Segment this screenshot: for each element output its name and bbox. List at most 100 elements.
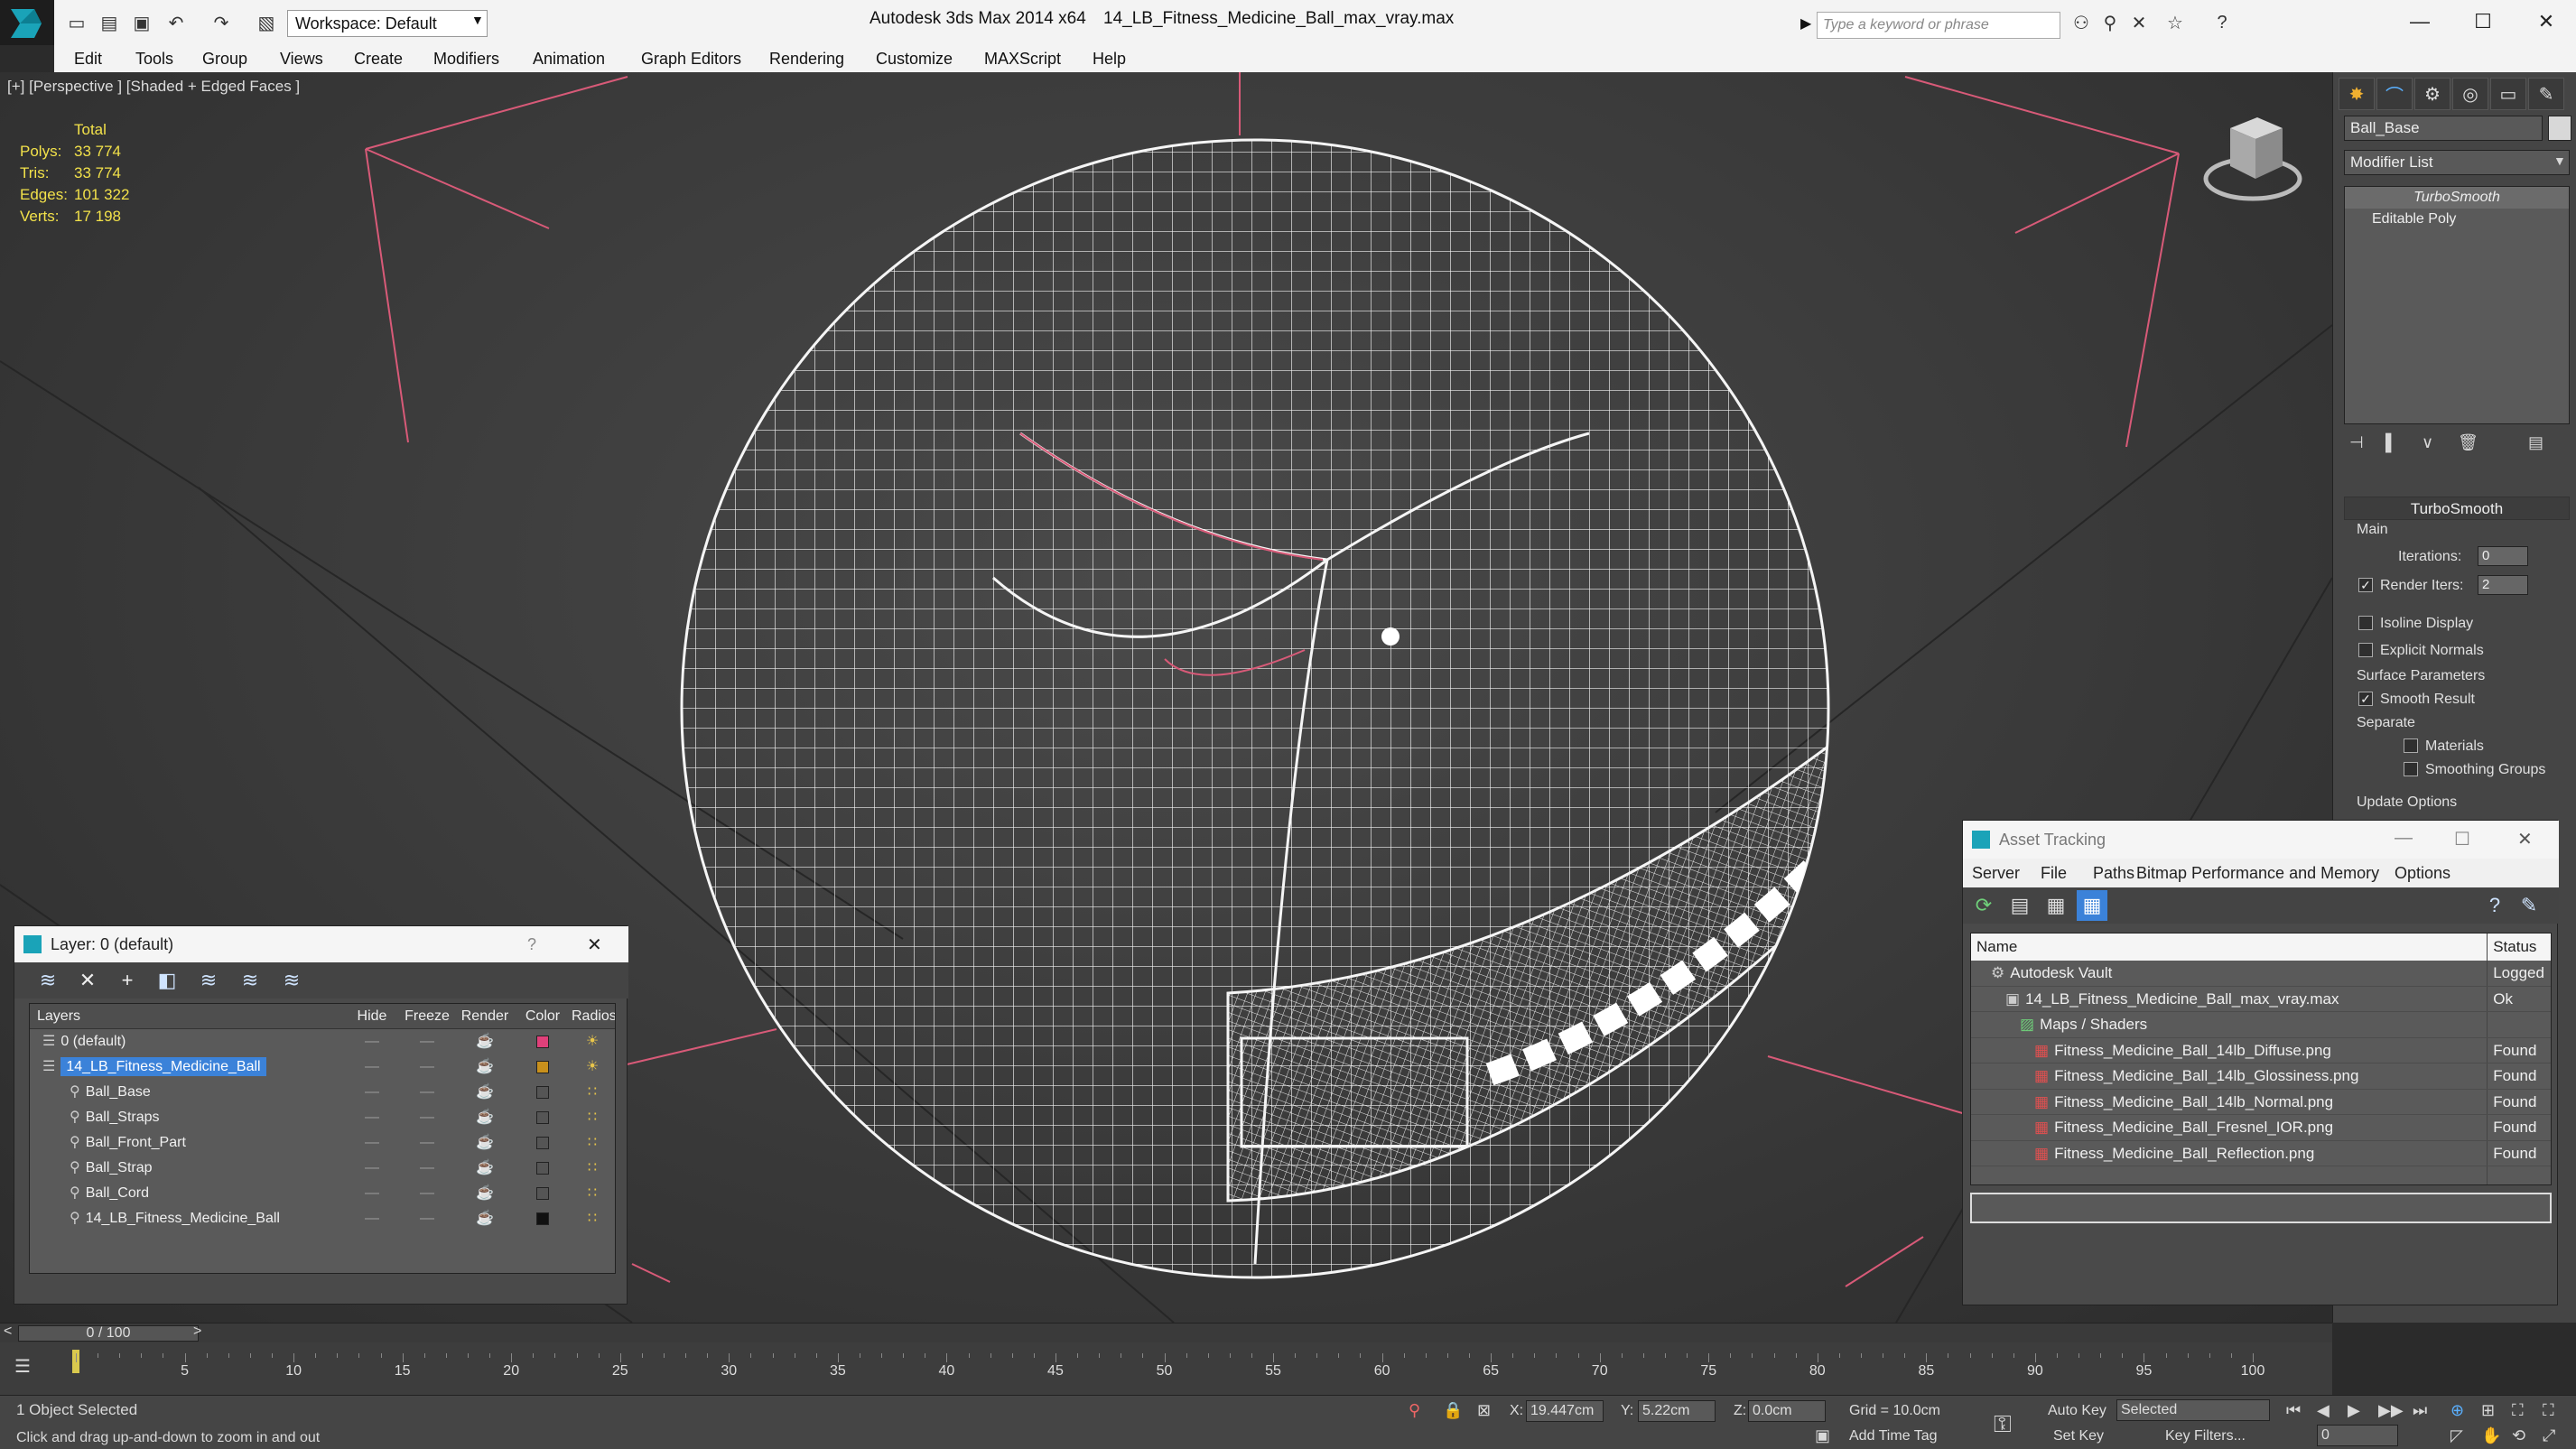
communication-icon[interactable]: ✕ xyxy=(2124,7,2154,38)
layer-dialog-titlebar[interactable]: Layer: 0 (default) ? ✕ xyxy=(14,926,628,962)
menu-graph-editors[interactable]: Graph Editors xyxy=(641,45,741,73)
asset-menu-file[interactable]: File xyxy=(2041,864,2067,883)
object-color-swatch[interactable] xyxy=(2548,116,2571,141)
render-toggle-teapot-icon[interactable]: ☕ xyxy=(456,1054,514,1080)
layer-name[interactable]: ⚲ Ball_Cord xyxy=(30,1181,346,1206)
layer-color-swatch[interactable] xyxy=(514,1029,572,1054)
menu-modifiers[interactable]: Modifiers xyxy=(433,45,499,73)
render-iters-checkbox[interactable]: ✓ xyxy=(2358,578,2373,592)
object-name-field[interactable]: Ball_Base xyxy=(2344,116,2543,141)
y-coordinate-field[interactable]: 5.22cm xyxy=(1638,1400,1716,1422)
modifier-list-dropdown[interactable]: Modifier List xyxy=(2344,150,2570,175)
app-logo[interactable] xyxy=(0,0,54,45)
layer-name[interactable]: ⚲ 14_LB_Fitness_Medicine_Ball xyxy=(30,1206,346,1231)
hide-toggle[interactable]: — xyxy=(346,1029,398,1054)
menu-views[interactable]: Views xyxy=(280,45,323,73)
col-radiosity[interactable]: Radiosit xyxy=(572,1004,615,1029)
asset-row[interactable]: ▨ Maps / Shaders xyxy=(1971,1012,2551,1038)
asset-row[interactable]: ▦ Fitness_Medicine_Ball_14lb_Diffuse.png F… xyxy=(1971,1037,2551,1064)
col-color[interactable]: Color xyxy=(514,1004,572,1029)
open-file-icon[interactable]: ▤ xyxy=(94,7,125,38)
render-toggle-teapot-icon[interactable]: ☕ xyxy=(456,1156,514,1181)
curve-editor-icon[interactable]: ☰ xyxy=(14,1355,31,1378)
pin-stack-icon[interactable]: ⊣ xyxy=(2349,433,2364,452)
list-view-icon[interactable]: ▤ xyxy=(2004,890,2035,921)
time-tag-icon[interactable]: ▣ xyxy=(1815,1426,1830,1445)
minimize-icon[interactable]: — xyxy=(2395,828,2413,849)
asset-row[interactable]: ▣ 14_LB_Fitness_Medicine_Ball_max_vray.ma… xyxy=(1971,986,2551,1012)
asset-menu-bitmap-performance[interactable]: Bitmap Performance and Memory xyxy=(2136,864,2379,883)
modify-tab-icon[interactable]: ⌒ xyxy=(2376,78,2413,110)
hide-toggle[interactable]: — xyxy=(346,1080,398,1105)
zoom-icon[interactable]: ⊕ xyxy=(2450,1401,2464,1420)
time-slider-knob[interactable]: 0 / 100 xyxy=(18,1325,199,1342)
tree-view-icon[interactable]: ▦ xyxy=(2041,890,2071,921)
field-of-view-icon[interactable]: ◸ xyxy=(2450,1426,2463,1445)
freeze-toggle[interactable]: — xyxy=(398,1156,456,1181)
save-file-icon[interactable]: ▣ xyxy=(126,7,157,38)
remove-modifier-icon[interactable]: 🗑 xyxy=(2458,433,2478,452)
layer-color-swatch[interactable] xyxy=(514,1054,572,1080)
iterations-spinner[interactable]: 0 xyxy=(2478,546,2528,566)
chevron-down-icon[interactable]: ▼ xyxy=(2553,153,2566,168)
asset-name[interactable]: ▦ Fitness_Medicine_Ball_Reflection.png xyxy=(1971,1140,2488,1166)
col-render[interactable]: Render xyxy=(456,1004,514,1029)
key-selection-dropdown[interactable]: Selected xyxy=(2116,1399,2270,1421)
radiosity-toggle-icon[interactable]: ∷ xyxy=(572,1181,613,1206)
smooth-result-checkbox[interactable]: ✓ xyxy=(2358,692,2373,706)
zoom-extents-icon[interactable]: ⛶ xyxy=(2512,1401,2524,1420)
update-options-label[interactable]: Update Options xyxy=(2357,794,2457,811)
render-iters-spinner[interactable]: 2 xyxy=(2478,575,2528,595)
goto-end-icon[interactable]: ⏭ xyxy=(2413,1401,2427,1420)
menu-edit[interactable]: Edit xyxy=(74,45,102,73)
col-layers[interactable]: Layers xyxy=(30,1004,346,1029)
layer-color-swatch[interactable] xyxy=(514,1105,572,1130)
layer-row[interactable]: ⚲ Ball_Cord — — ☕ ∷ xyxy=(30,1181,615,1206)
asset-row[interactable]: ▦ Fitness_Medicine_Ball_14lb_Glossiness.p… xyxy=(1971,1064,2551,1090)
render-toggle-teapot-icon[interactable]: ☕ xyxy=(456,1105,514,1130)
asset-row[interactable]: ⚙ Autodesk Vault Logged xyxy=(1971,961,2551,987)
table-view-icon[interactable]: ▦ xyxy=(2077,890,2107,921)
layer-row[interactable]: ⚲ Ball_Base — — ☕ ∷ xyxy=(30,1080,615,1105)
next-key-icon[interactable]: ▶▶ xyxy=(2378,1401,2404,1420)
isolate-selection-icon[interactable]: ⚲ xyxy=(1409,1401,1420,1420)
asset-name[interactable]: ⚙ Autodesk Vault xyxy=(1971,961,2488,986)
viewcube-icon[interactable] xyxy=(2203,117,2302,201)
layer-color-swatch[interactable] xyxy=(514,1130,572,1156)
set-key-button[interactable]: Set Key xyxy=(2053,1428,2104,1444)
asset-name[interactable]: ▦ Fitness_Medicine_Ball_14lb_Normal.png xyxy=(1971,1089,2488,1114)
minimize-icon[interactable]: — xyxy=(2397,5,2442,38)
current-frame-field[interactable]: 0 xyxy=(2317,1425,2398,1446)
search-input[interactable]: Type a keyword or phrase xyxy=(1817,12,2060,39)
layer-name[interactable]: ⚲ Ball_Straps xyxy=(30,1105,346,1130)
freeze-toggle[interactable]: — xyxy=(398,1080,456,1105)
asset-row[interactable]: ▦ Fitness_Medicine_Ball_Reflection.png Fou… xyxy=(1971,1140,2551,1166)
maximize-viewport-icon[interactable]: ⤢ xyxy=(2543,1426,2555,1445)
menu-animation[interactable]: Animation xyxy=(533,45,605,73)
show-end-result-icon[interactable]: ▌ xyxy=(2385,433,2397,452)
zoom-all-icon[interactable]: ⊞ xyxy=(2481,1401,2495,1420)
stack-item-turbosmooth[interactable]: TurboSmooth xyxy=(2345,187,2569,209)
menu-customize[interactable]: Customize xyxy=(876,45,953,73)
rollout-title[interactable]: TurboSmooth xyxy=(2344,497,2570,520)
prev-key-icon[interactable]: ◀ xyxy=(2317,1401,2330,1420)
layer-row[interactable]: ☰ 14_LB_Fitness_Medicine_Ball — — ☕ ☀ xyxy=(30,1054,615,1080)
asset-row[interactable]: ▦ Fitness_Medicine_Ball_Fresnel_IOR.png Fo… xyxy=(1971,1115,2551,1141)
goto-start-icon[interactable]: ⏮ xyxy=(2286,1401,2301,1420)
freeze-toggle[interactable]: — xyxy=(398,1105,456,1130)
asset-name[interactable]: ▣ 14_LB_Fitness_Medicine_Ball_max_vray.ma… xyxy=(1971,986,2488,1011)
play-icon[interactable]: ▶ xyxy=(2348,1401,2360,1420)
layer-row[interactable]: ⚲ 14_LB_Fitness_Medicine_Ball — — ☕ ∷ xyxy=(30,1206,615,1231)
maximize-icon[interactable]: ☐ xyxy=(2454,828,2470,850)
render-toggle-teapot-icon[interactable]: ☕ xyxy=(456,1130,514,1156)
layer-color-swatch[interactable] xyxy=(514,1156,572,1181)
viewport-label[interactable]: [+] [Perspective ] [Shaded + Edged Faces… xyxy=(7,78,300,96)
radiosity-toggle-icon[interactable]: ∷ xyxy=(572,1105,613,1130)
radiosity-toggle-icon[interactable]: ∷ xyxy=(572,1130,613,1156)
help-icon[interactable]: ? xyxy=(2207,7,2237,38)
freeze-toggle[interactable]: — xyxy=(398,1206,456,1231)
close-icon[interactable]: ✕ xyxy=(2524,5,2569,38)
search-expand-icon[interactable]: ▶ xyxy=(1800,14,1811,33)
layer-color-swatch[interactable] xyxy=(514,1181,572,1206)
asset-menu-options[interactable]: Options xyxy=(2395,864,2450,883)
